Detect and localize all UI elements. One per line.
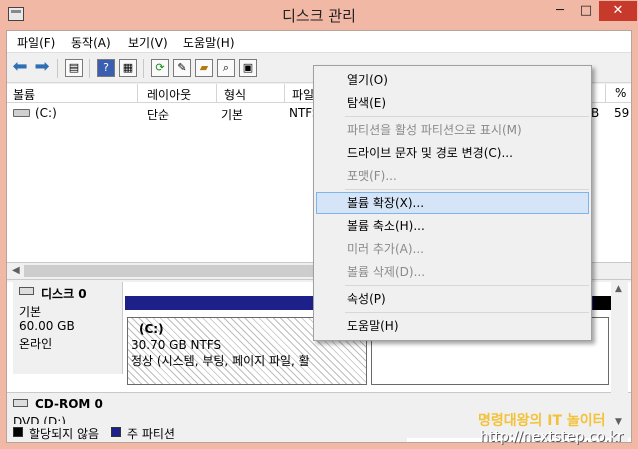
- menu-bar: 파일(F) 동작(A) 보기(V) 도움말(H): [7, 31, 631, 53]
- menu-properties[interactable]: 속성(P): [316, 288, 589, 310]
- menu-separator: [345, 312, 589, 313]
- menu-change-drive-letter[interactable]: 드라이브 문자 및 경로 변경(C)...: [316, 142, 589, 164]
- properties-icon[interactable]: ▦: [119, 59, 137, 77]
- watermark-title: 명령대왕의 IT 놀이터: [478, 413, 606, 429]
- window-title: 디스크 관리: [282, 7, 356, 25]
- column-header-percent[interactable]: %: [615, 86, 626, 100]
- toolbar-separator: [89, 59, 90, 78]
- column-divider: [284, 84, 285, 103]
- menu-mark-active[interactable]: 파티션을 활성 파티션으로 표시(M): [316, 119, 589, 141]
- console-tree-icon[interactable]: ▤: [65, 59, 83, 77]
- toolbar-separator: [143, 59, 144, 78]
- watermark-url: http://nextstep.co.kr: [480, 429, 623, 445]
- settings-icon[interactable]: ▣: [239, 59, 257, 77]
- column-header-volume[interactable]: 볼륨: [13, 86, 35, 103]
- scrollbar-thumb[interactable]: [24, 265, 316, 277]
- legend-label-primary: 주 파티션: [127, 427, 175, 441]
- scroll-up-icon[interactable]: ▲: [615, 284, 622, 294]
- menu-view[interactable]: 보기(V): [128, 34, 168, 51]
- disk-0-label[interactable]: 디스크 0 기본 60.00 GB 온라인: [13, 282, 123, 374]
- column-header-layout[interactable]: 레이아웃: [147, 86, 191, 103]
- context-menu: 열기(O) 탐색(E) 파티션을 활성 파티션으로 표시(M) 드라이브 문자 …: [313, 65, 592, 341]
- partition-status: 정상 (시스템, 부팅, 페이지 파일, 활: [131, 354, 310, 368]
- open-folder-icon[interactable]: ▰: [195, 59, 213, 77]
- legend: 할당되지 않음 주 파티션: [7, 424, 407, 442]
- cell-type: 기본: [221, 108, 244, 122]
- menu-separator: [345, 189, 589, 190]
- rescan-disks-icon[interactable]: ✎: [173, 59, 191, 77]
- refresh-icon[interactable]: ⟳: [151, 59, 169, 77]
- disk-icon: [19, 287, 34, 295]
- menu-shrink-volume[interactable]: 볼륨 축소(H)...: [316, 215, 589, 237]
- legend-swatch-unallocated: [13, 427, 23, 437]
- menu-separator: [345, 285, 589, 286]
- maximize-button[interactable]: □: [573, 1, 599, 21]
- disk-kind: 기본: [19, 305, 42, 319]
- disk-status: 온라인: [19, 337, 53, 351]
- help-icon[interactable]: ?: [97, 59, 115, 77]
- menu-extend-volume[interactable]: 볼륨 확장(X)...: [316, 192, 589, 214]
- cell-volume: (C:): [35, 106, 57, 120]
- column-header-filesystem[interactable]: 파일: [292, 86, 314, 103]
- cell-extra: B: [591, 106, 600, 120]
- disk-title: 디스크 0: [41, 287, 87, 301]
- minimize-button[interactable]: ─: [547, 1, 573, 21]
- menu-add-mirror[interactable]: 미러 추가(A)...: [316, 238, 589, 260]
- close-button[interactable]: ✕: [599, 1, 637, 21]
- disk-size: 60.00 GB: [19, 319, 75, 333]
- cell-layout: 단순: [147, 108, 170, 122]
- column-divider: [605, 84, 606, 103]
- legend-swatch-primary: [111, 427, 121, 437]
- cdrom-icon: [13, 399, 28, 407]
- menu-format[interactable]: 포맷(F)...: [316, 165, 589, 187]
- forward-arrow-icon[interactable]: ➡: [33, 58, 51, 77]
- cdrom-title: CD-ROM 0: [35, 397, 103, 411]
- scroll-left-icon[interactable]: ◀: [12, 265, 20, 276]
- menu-explore[interactable]: 탐색(E): [316, 92, 589, 114]
- toolbar-separator: [57, 59, 58, 78]
- column-divider: [137, 84, 138, 103]
- menu-open[interactable]: 열기(O): [316, 69, 589, 91]
- search-icon[interactable]: ⌕: [217, 59, 235, 77]
- column-header-type[interactable]: 형식: [224, 86, 246, 103]
- back-arrow-icon[interactable]: ⬅: [11, 58, 29, 77]
- unallocated-color-bar: [593, 296, 611, 310]
- legend-label-unallocated: 할당되지 않음: [29, 427, 100, 441]
- drive-icon: [13, 109, 30, 117]
- title-bar[interactable]: 디스크 관리 ─ □ ✕: [0, 0, 638, 30]
- column-divider: [216, 84, 217, 103]
- disk-management-window: 디스크 관리 ─ □ ✕ 파일(F) 동작(A) 보기(V) 도움말(H) ⬅ …: [0, 0, 638, 449]
- menu-help-item[interactable]: 도움말(H): [316, 315, 589, 337]
- menu-help[interactable]: 도움말(H): [183, 34, 235, 51]
- cell-percent: 59: [614, 106, 630, 120]
- watermark: 명령대왕의 IT 놀이터 http://nextstep.co.kr: [478, 410, 638, 449]
- menu-separator: [345, 116, 589, 117]
- menu-delete-volume[interactable]: 볼륨 삭제(D)...: [316, 261, 589, 283]
- menu-action[interactable]: 동작(A): [71, 34, 111, 51]
- menu-file[interactable]: 파일(F): [17, 34, 55, 51]
